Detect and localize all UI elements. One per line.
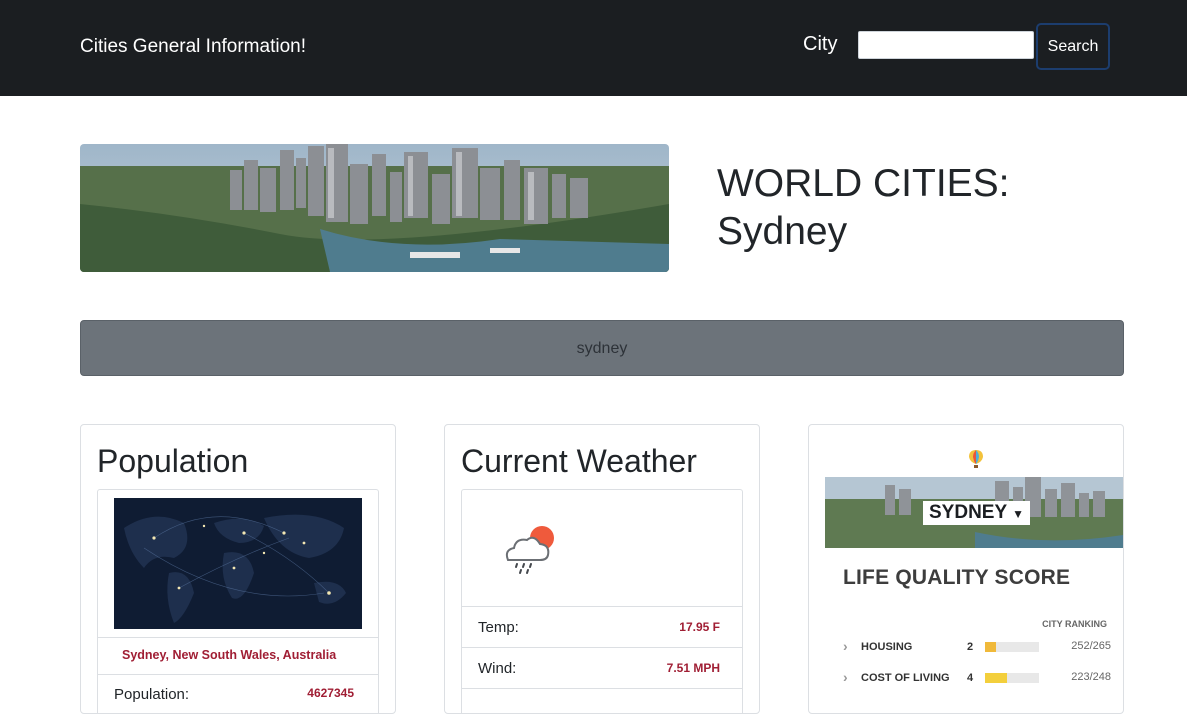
population-location: Sydney, New South Wales, Australia: [98, 637, 378, 675]
weather-card: Current Weather Temp: 17.95 F Wind: 7.51…: [444, 424, 760, 714]
life-quality-title: LIFE QUALITY SCORE: [843, 566, 1071, 589]
lq-row-rank: 223/248: [1071, 671, 1111, 683]
lq-row-label: COST OF LIVING: [861, 672, 950, 684]
weather-row-wind: Wind: 7.51 MPH: [462, 647, 742, 688]
rain-cloud-sun-icon: [500, 520, 560, 576]
balloon-icon: [967, 449, 985, 469]
population-label: Population:: [114, 686, 190, 703]
city-search-input[interactable]: [858, 31, 1034, 59]
navbar: Cities General Information! City Search: [0, 0, 1187, 96]
selected-city-bar: sydney: [80, 320, 1124, 376]
weather-temp-label: Temp:: [478, 619, 519, 636]
lq-score-fill: [985, 642, 996, 652]
lq-row-score: 4: [967, 672, 974, 684]
population-value: 4627345: [307, 686, 354, 700]
search-button[interactable]: Search: [1036, 23, 1110, 70]
lq-row-housing[interactable]: › HOUSING 2 252/265: [843, 637, 1111, 657]
lq-score-bar: [985, 673, 1039, 683]
city-selector-label: SYDNEY: [929, 502, 1007, 523]
lq-row-rank: 252/265: [1071, 640, 1111, 652]
weather-panel: Temp: 17.95 F Wind: 7.51 MPH: [461, 489, 743, 713]
city-selector-dropdown[interactable]: SYDNEY ▼: [923, 501, 1030, 525]
weather-wind-label: Wind:: [478, 660, 517, 677]
lq-row-label: HOUSING: [861, 641, 913, 653]
caret-down-icon: ▼: [1012, 507, 1024, 521]
weather-wind-value: 7.51 MPH: [666, 661, 720, 675]
population-row: Population: 4627345: [114, 686, 354, 703]
weather-title: Current Weather: [461, 443, 697, 479]
population-panel: Sydney, New South Wales, Australia Popul…: [97, 489, 379, 713]
world-map-image: [114, 498, 362, 629]
page-title-line1: WORLD CITIES:: [717, 162, 1010, 205]
brand-title[interactable]: Cities General Information!: [80, 36, 306, 58]
life-quality-card: SYDNEY ▼ LIFE QUALITY SCORE CITY RANKING…: [808, 424, 1124, 714]
weather-temp-value: 17.95 F: [679, 620, 720, 634]
sydney-skyline-image: [80, 144, 669, 272]
weather-row-empty: [462, 688, 742, 713]
weather-row-temp: Temp: 17.95 F: [462, 606, 742, 647]
city-ranking-header: CITY RANKING: [1042, 619, 1107, 629]
city-label: City: [803, 33, 838, 55]
lq-score-fill: [985, 673, 1007, 683]
population-title: Population: [97, 443, 249, 479]
lq-row-cost-of-living[interactable]: › COST OF LIVING 4 223/248: [843, 668, 1111, 688]
lq-row-score: 2: [967, 641, 974, 653]
page-title: WORLD CITIES: Sydney: [717, 160, 1097, 256]
lq-score-bar: [985, 642, 1039, 652]
chevron-right-icon: ›: [843, 669, 848, 685]
population-card: Population Sydney, New South Wales, Aust…: [80, 424, 396, 714]
page-title-city: Sydney: [717, 210, 848, 253]
chevron-right-icon: ›: [843, 638, 848, 654]
